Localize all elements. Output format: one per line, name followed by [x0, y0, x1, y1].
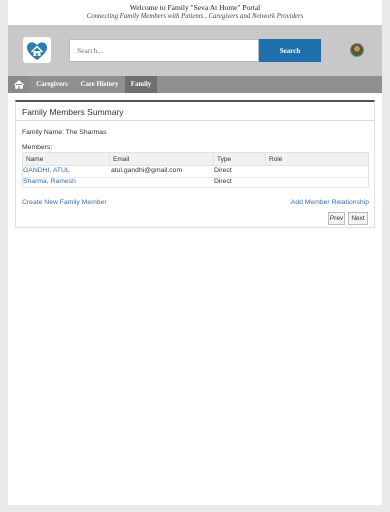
family-name-label: Family Name: The Sharmas [22, 129, 107, 136]
nav-caregivers[interactable]: Caregivers [30, 76, 74, 93]
home-icon [13, 80, 25, 89]
prev-button[interactable]: Prev [328, 212, 345, 225]
panel-divider [16, 120, 374, 121]
column-header-role: Role [266, 153, 368, 166]
add-member-relationship-link[interactable]: Add Member Relationship [291, 199, 369, 206]
home-button[interactable] [8, 76, 30, 93]
member-email: atul.gandhi@gmail.com [111, 167, 183, 174]
column-header-type: Type [214, 153, 266, 166]
member-name-link[interactable]: GANDHI, ATUL [23, 166, 70, 176]
create-family-member-link[interactable]: Create New Family Member [22, 199, 107, 206]
member-name-link[interactable]: Sharma, Ramesh [23, 177, 76, 187]
panel-title: Family Members Summary [22, 107, 124, 117]
next-button[interactable]: Next [348, 212, 368, 225]
portal-title: Welcome to Family "Seva At Home" Portal [129, 3, 261, 12]
heart-home-logo-icon [26, 42, 48, 60]
column-header-email: Email [110, 153, 214, 166]
member-type: Direct [214, 178, 232, 185]
avatar[interactable] [350, 43, 364, 57]
members-label: Members: [22, 144, 53, 151]
members-table: Name Email Type Role GANDHI, ATUL atul.g… [22, 152, 369, 188]
logo[interactable] [23, 37, 51, 63]
search-input[interactable] [69, 39, 259, 62]
column-header-name: Name [23, 153, 110, 166]
search-button[interactable]: Search [259, 39, 321, 62]
member-type: Direct [214, 167, 232, 174]
portal-subtitle: Connecting Family Members with Patients … [86, 13, 304, 20]
nav-bar: Caregivers Care History Family [8, 76, 382, 93]
nav-family[interactable]: Family [125, 76, 157, 93]
header-bar: Search [8, 25, 382, 76]
page: Welcome to Family "Seva At Home" Portal … [8, 0, 382, 505]
family-members-panel: Family Members Summary Family Name: The … [15, 100, 375, 228]
nav-care-history[interactable]: Care History [74, 76, 125, 93]
